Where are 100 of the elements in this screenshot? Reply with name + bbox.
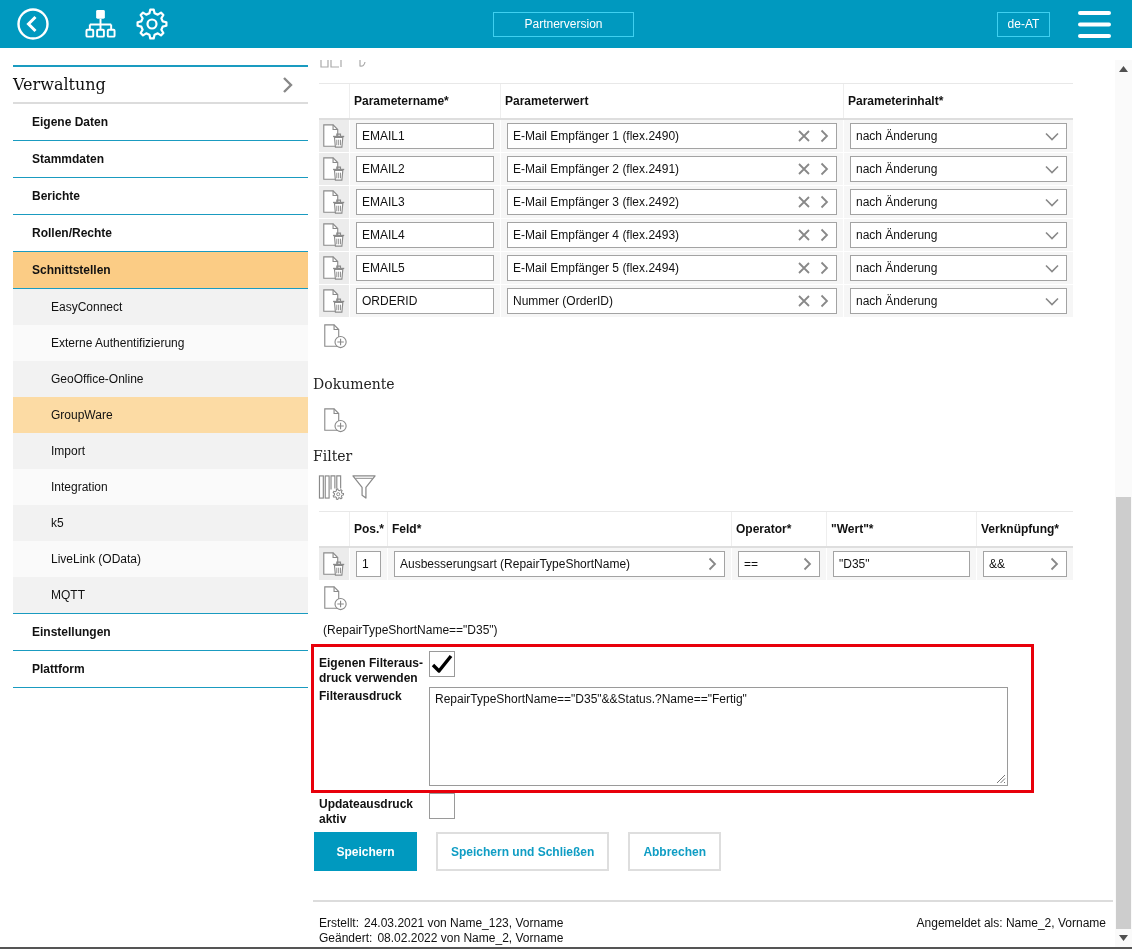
document-trash-icon[interactable]	[321, 123, 347, 149]
parameter-content-select[interactable]: nach Änderung	[850, 222, 1067, 248]
document-trash-icon[interactable]	[321, 551, 347, 577]
back-icon[interactable]	[17, 8, 49, 40]
column-header: Feld*	[392, 522, 422, 536]
sidebar-item[interactable]: Schnittstellen	[13, 252, 308, 289]
created-label: Erstellt:	[319, 916, 359, 930]
parameter-value-field[interactable]: E-Mail Empfänger 4 (flex.2493)	[507, 222, 837, 248]
changed-label: Geändert:	[319, 931, 373, 945]
clipped-toolbar-icon[interactable]	[359, 60, 367, 70]
chevron-down-icon[interactable]	[1045, 263, 1059, 273]
document-trash-icon[interactable]	[321, 156, 347, 182]
scrollbar-thumb[interactable]	[1116, 497, 1131, 929]
chevron-right-icon[interactable]	[820, 261, 829, 275]
column-header: Verknüpfung*	[981, 522, 1059, 536]
parameter-value-field[interactable]: E-Mail Empfänger 2 (flex.2491)	[507, 156, 837, 182]
check-icon	[431, 654, 453, 674]
column-header: Pos.*	[354, 522, 384, 536]
chevron-right-icon[interactable]	[1050, 557, 1059, 571]
parameter-name-field[interactable]: EMAIL5	[356, 255, 494, 281]
scroll-up-icon[interactable]	[1119, 66, 1128, 72]
document-plus-icon[interactable]	[322, 407, 348, 433]
parameter-content-select[interactable]: nach Änderung	[850, 255, 1067, 281]
document-trash-icon[interactable]	[321, 222, 347, 248]
chevron-down-icon[interactable]	[1045, 230, 1059, 240]
parameter-content-select[interactable]: nach Änderung	[850, 189, 1067, 215]
resize-grip-icon[interactable]	[994, 772, 1006, 784]
sidebar-title: Verwaltung	[13, 75, 106, 94]
chevron-right-icon[interactable]	[708, 557, 717, 571]
sitemap-icon[interactable]	[85, 8, 116, 40]
parameter-name-field[interactable]: EMAIL2	[356, 156, 494, 182]
operator-selector[interactable]: ==	[738, 551, 820, 577]
changed-value: 08.02.2022 von Name_2, Vorname	[377, 931, 564, 945]
clear-icon[interactable]	[798, 196, 810, 208]
form-label: Filterausdruck	[319, 688, 403, 704]
scroll-down-icon[interactable]	[1119, 935, 1128, 941]
parameter-value-field[interactable]: E-Mail Empfänger 1 (flex.2490)	[507, 123, 837, 149]
column-header: "Wert"*	[831, 522, 874, 536]
scrollbar-track[interactable]	[1115, 60, 1132, 947]
column-header: Parameterinhalt*	[848, 94, 944, 108]
form-label: Eigenen Filteraus- druck verwenden	[319, 655, 425, 686]
column-header: Parameterwert	[505, 94, 589, 108]
sidebar-subitem[interactable]: EasyConnect	[13, 289, 308, 325]
document-trash-icon[interactable]	[321, 189, 347, 215]
parameter-name-field[interactable]: EMAIL1	[356, 123, 494, 149]
checkbox[interactable]	[429, 651, 455, 677]
parameter-content-select[interactable]: nach Änderung	[850, 156, 1067, 182]
parameter-content-select[interactable]: nach Änderung	[850, 288, 1067, 314]
chevron-right-icon[interactable]	[803, 557, 812, 571]
parameter-name-field[interactable]: ORDERID	[356, 288, 494, 314]
chevron-right-icon[interactable]	[820, 162, 829, 176]
link-selector[interactable]: &&	[983, 551, 1067, 577]
sidebar-subitem[interactable]: LiveLink (OData)	[13, 541, 308, 577]
clear-icon[interactable]	[798, 295, 810, 307]
clear-icon[interactable]	[798, 229, 810, 241]
chevron-down-icon[interactable]	[1045, 164, 1059, 174]
parameter-name-field[interactable]: EMAIL3	[356, 189, 494, 215]
sidebar-subitem[interactable]: k5	[13, 505, 308, 541]
checkbox[interactable]	[429, 793, 455, 819]
document-trash-icon[interactable]	[321, 255, 347, 281]
form-label: Updateausdruck aktiv	[319, 796, 415, 827]
funnel-icon[interactable]	[351, 474, 377, 500]
document-plus-icon[interactable]	[322, 585, 348, 611]
section-heading: Filter	[313, 447, 353, 466]
chevron-down-icon[interactable]	[1045, 197, 1059, 207]
clear-icon[interactable]	[798, 262, 810, 274]
column-settings-icon[interactable]	[318, 474, 345, 500]
document-trash-icon[interactable]	[321, 288, 347, 314]
parameter-name-field[interactable]: EMAIL4	[356, 222, 494, 248]
value-field[interactable]: "D35"	[833, 551, 970, 577]
sidebar-subitem[interactable]: Integration	[13, 469, 308, 505]
position-field[interactable]: 1	[356, 551, 381, 577]
parameter-value-field[interactable]: E-Mail Empfänger 3 (flex.2492)	[507, 189, 837, 215]
sidebar-subitem[interactable]: Import	[13, 433, 308, 469]
sidebar-subitem[interactable]: GeoOffice-Online	[13, 361, 308, 397]
created-value: 24.03.2021 von Name_123, Vorname	[364, 916, 564, 930]
filter-expression-field[interactable]: RepairTypeShortName=="D35"&&Status.?Name=="Fertig"	[429, 687, 1008, 786]
chevron-right-icon[interactable]	[282, 75, 293, 94]
column-header: Parametername*	[354, 94, 449, 108]
parameter-content-select[interactable]: nach Änderung	[850, 123, 1067, 149]
chevron-right-icon[interactable]	[820, 228, 829, 242]
column-header: Operator*	[736, 522, 792, 536]
parameter-value-field[interactable]: Nummer (OrderID)	[507, 288, 837, 314]
document-plus-icon[interactable]	[322, 323, 348, 349]
settings-icon[interactable]	[136, 8, 168, 40]
chevron-right-icon[interactable]	[820, 294, 829, 308]
clear-icon[interactable]	[798, 130, 810, 142]
sidebar-subitem[interactable]: MQTT	[13, 577, 308, 613]
clipped-toolbar-icon[interactable]	[319, 60, 345, 70]
chevron-right-icon[interactable]	[820, 195, 829, 209]
clear-icon[interactable]	[798, 163, 810, 175]
sidebar-subitem[interactable]: Externe Authentifizierung	[13, 325, 308, 361]
chevron-right-icon[interactable]	[820, 129, 829, 143]
filter-expression-preview: (RepairTypeShortName=="D35")	[323, 623, 498, 637]
parameter-value-field[interactable]: E-Mail Empfänger 5 (flex.2494)	[507, 255, 837, 281]
field-selector[interactable]: Ausbesserungsart (RepairTypeShortName)	[394, 551, 725, 577]
sidebar-subitem[interactable]: GroupWare	[13, 397, 308, 433]
menu-icon[interactable]	[1078, 10, 1111, 38]
chevron-down-icon[interactable]	[1045, 131, 1059, 141]
chevron-down-icon[interactable]	[1045, 296, 1059, 306]
